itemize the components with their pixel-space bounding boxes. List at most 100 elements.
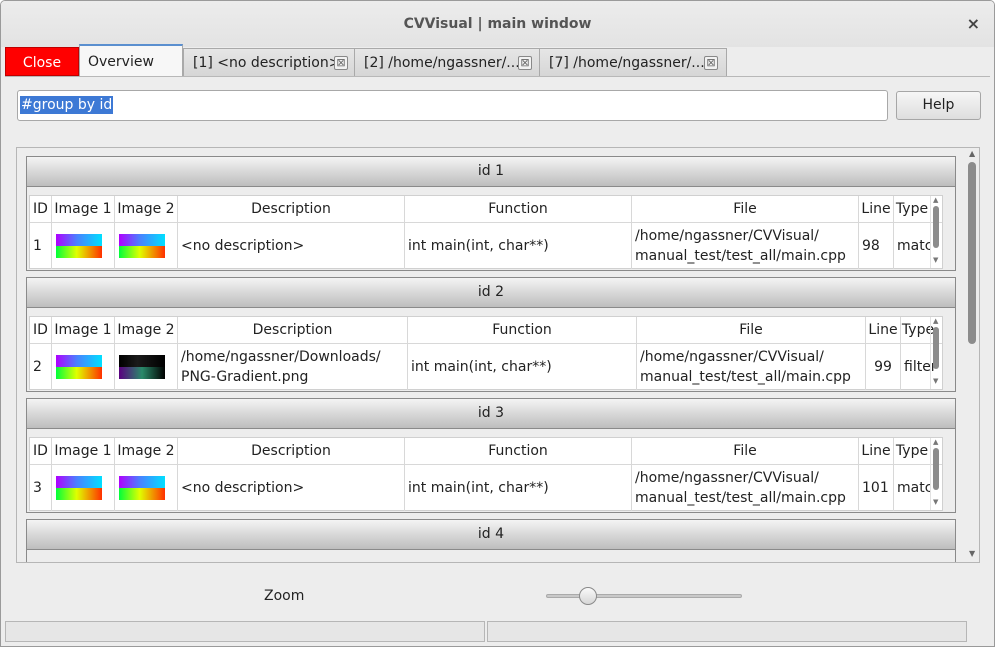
- col-id[interactable]: ID: [30, 438, 52, 464]
- scroll-down-icon[interactable]: ▼: [933, 498, 938, 506]
- group-header[interactable]: id 3: [27, 399, 955, 429]
- tab-7[interactable]: [7] /home/ngassner/... ⊠: [539, 48, 727, 76]
- col-function[interactable]: Function: [405, 196, 632, 222]
- cell-file: /home/ngassner/CVVisual/ manual_test/tes…: [637, 344, 866, 390]
- table-scrollbar[interactable]: ▲ ▼: [930, 438, 942, 510]
- groups-scroll-area[interactable]: id 1 ID Image 1 Image 2 Description Func…: [16, 147, 980, 563]
- col-description[interactable]: Description: [178, 438, 405, 464]
- col-image2[interactable]: Image 2: [115, 317, 178, 343]
- group-id-1: id 1 ID Image 1 Image 2 Description Func…: [26, 156, 956, 271]
- group-id-3: id 3 ID Image 1 Image 2 Description Func…: [26, 398, 956, 513]
- scroll-up-icon[interactable]: ▲: [933, 438, 938, 446]
- col-file[interactable]: File: [632, 438, 859, 464]
- cell-image2[interactable]: [115, 344, 178, 390]
- groups-scroll-thumb[interactable]: [968, 162, 976, 344]
- tab-overview[interactable]: Overview: [79, 44, 183, 76]
- group-id-2: id 2 ID Image 1 Image 2 Description Func…: [26, 277, 956, 392]
- col-image2[interactable]: Image 2: [115, 196, 178, 222]
- cell-id: 3: [30, 465, 52, 511]
- zoom-label: Zoom: [264, 588, 305, 604]
- help-button[interactable]: Help: [896, 91, 981, 120]
- tab-2[interactable]: [2] /home/ngassner/... ⊠: [354, 48, 540, 76]
- file-path-line1: /home/ngassner/CVVisual/: [635, 228, 819, 244]
- scroll-up-icon[interactable]: ▲: [933, 196, 938, 204]
- col-function[interactable]: Function: [405, 438, 632, 464]
- window-close-icon[interactable]: ×: [967, 14, 980, 33]
- cell-function: int main(int, char**): [405, 465, 632, 511]
- table-row[interactable]: 3 <no description> int main(int, char**)…: [30, 465, 942, 511]
- cell-line: 98: [859, 223, 894, 269]
- zoom-slider-track[interactable]: [546, 594, 742, 598]
- table-header-row: ID Image 1 Image 2 Description Function …: [30, 438, 942, 465]
- group-header[interactable]: id 2: [27, 278, 955, 308]
- table-scroll-thumb[interactable]: [933, 448, 939, 490]
- group-table: ID Image 1 Image 2 Description Function …: [29, 437, 943, 511]
- description-line1: /home/ngassner/Downloads/: [181, 349, 381, 365]
- tab-close-button[interactable]: Close: [5, 47, 79, 76]
- scroll-down-icon[interactable]: ▼: [933, 377, 938, 385]
- cell-image1[interactable]: [52, 344, 115, 390]
- col-line[interactable]: Line: [859, 196, 894, 222]
- file-path-line2: manual_test/test_all/main.cpp: [640, 369, 851, 385]
- scroll-up-icon[interactable]: ▲: [969, 149, 975, 158]
- groups-vertical-scrollbar[interactable]: ▲ ▼: [966, 148, 979, 562]
- cell-function: int main(int, char**): [405, 223, 632, 269]
- table-row[interactable]: 2 /home/ngassner/Downloads/ PNG-Gradient…: [30, 344, 942, 390]
- tab-1[interactable]: [1] <no description> ⊠: [183, 48, 355, 76]
- cell-image1[interactable]: [52, 223, 115, 269]
- col-image2[interactable]: Image 2: [115, 438, 178, 464]
- scroll-up-icon[interactable]: ▲: [933, 317, 938, 325]
- image2-thumbnail: [119, 234, 165, 258]
- table-header-row: ID Image 1 Image 2 Description Function …: [30, 317, 942, 344]
- cell-file: /home/ngassner/CVVisual/ manual_test/tes…: [632, 465, 859, 511]
- file-path-line2: manual_test/test_all/main.cpp: [635, 490, 846, 506]
- group-header[interactable]: id 1: [27, 157, 955, 187]
- col-image1[interactable]: Image 1: [52, 317, 115, 343]
- zoom-slider-handle[interactable]: [579, 587, 597, 605]
- col-description[interactable]: Description: [178, 196, 405, 222]
- table-scrollbar[interactable]: ▲ ▼: [930, 196, 942, 268]
- tab-2-close-icon[interactable]: ⊠: [518, 56, 532, 70]
- col-image1[interactable]: Image 1: [52, 438, 115, 464]
- table-row[interactable]: 1 <no description> int main(int, char**)…: [30, 223, 942, 269]
- group-table: ID Image 1 Image 2 Description Function …: [29, 316, 943, 390]
- overview-panel: #group by id Help id 1 ID Image 1 Image …: [5, 76, 990, 617]
- col-id[interactable]: ID: [30, 196, 52, 222]
- col-line[interactable]: Line: [866, 317, 901, 343]
- filter-query-input[interactable]: #group by id: [17, 90, 888, 121]
- col-file[interactable]: File: [632, 196, 859, 222]
- image1-thumbnail: [56, 355, 102, 379]
- table-scroll-thumb[interactable]: [933, 327, 939, 369]
- cell-image2[interactable]: [115, 223, 178, 269]
- cell-image1[interactable]: [52, 465, 115, 511]
- image1-thumbnail: [56, 476, 102, 500]
- col-function[interactable]: Function: [408, 317, 637, 343]
- cell-type: match: [897, 238, 930, 254]
- tab-1-close-icon[interactable]: ⊠: [334, 56, 348, 70]
- col-type[interactable]: Type: [894, 196, 930, 222]
- cell-id: 1: [30, 223, 52, 269]
- scroll-down-icon[interactable]: ▼: [933, 256, 938, 264]
- tab-2-label: [2] /home/ngassner/...: [364, 55, 520, 71]
- status-segment-right: [487, 621, 967, 642]
- col-type[interactable]: Type: [894, 438, 930, 464]
- table-scrollbar[interactable]: ▲ ▼: [930, 317, 942, 389]
- image1-thumbnail: [56, 234, 102, 258]
- tab-7-close-icon[interactable]: ⊠: [704, 56, 718, 70]
- file-path-line1: /home/ngassner/CVVisual/: [635, 470, 819, 486]
- cell-description: <no description>: [178, 223, 405, 269]
- cell-line: 99: [866, 344, 901, 390]
- scroll-down-icon[interactable]: ▼: [969, 549, 975, 558]
- col-file[interactable]: File: [637, 317, 866, 343]
- cell-type: match: [897, 480, 930, 496]
- cell-image2[interactable]: [115, 465, 178, 511]
- group-header[interactable]: id 4: [27, 520, 955, 550]
- title-bar: CVVisual | main window ×: [1, 1, 994, 47]
- table-scroll-thumb[interactable]: [933, 206, 939, 248]
- col-line[interactable]: Line: [859, 438, 894, 464]
- col-image1[interactable]: Image 1: [52, 196, 115, 222]
- cell-line: 101: [859, 465, 894, 511]
- col-description[interactable]: Description: [178, 317, 408, 343]
- cell-file: /home/ngassner/CVVisual/ manual_test/tes…: [632, 223, 859, 269]
- col-id[interactable]: ID: [30, 317, 52, 343]
